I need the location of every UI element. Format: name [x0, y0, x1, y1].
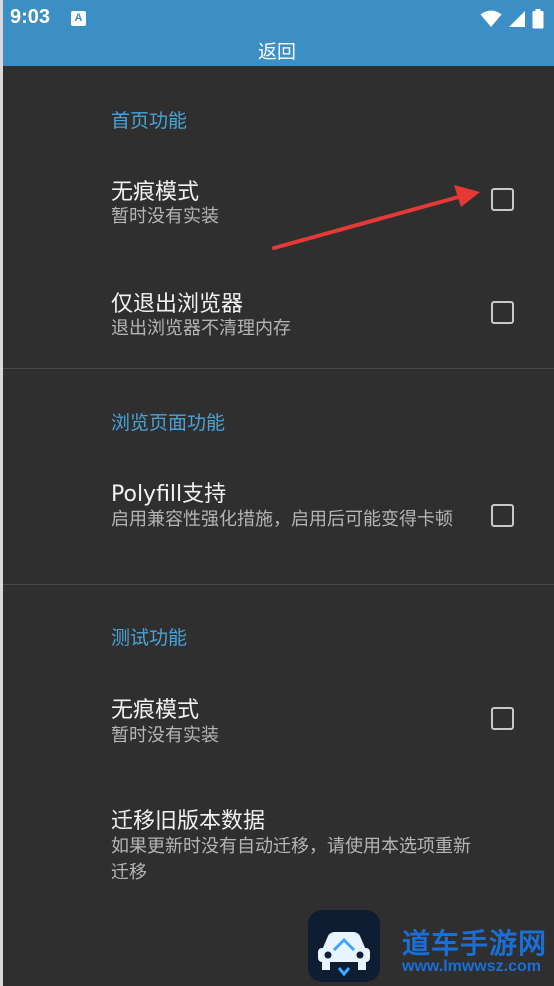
cell-signal-icon: [509, 11, 525, 27]
test-incognito-mode-checkbox[interactable]: [491, 707, 514, 730]
pref-title: 迁移旧版本数据: [111, 809, 266, 834]
section-header-home: 首页功能: [111, 110, 188, 132]
pref-summary: 启用兼容性强化措施，启用后可能变得卡顿: [111, 509, 453, 530]
pref-summary: 暂时没有实装: [111, 725, 219, 746]
status-icons: [480, 6, 544, 32]
section-header-test: 测试功能: [111, 627, 188, 649]
pref-title: 无痕模式: [111, 180, 200, 205]
section-divider: [3, 584, 554, 585]
notification-app-icon: A: [71, 11, 86, 26]
pref-summary: 退出浏览器不清理内存: [111, 318, 291, 339]
pref-summary: 暂时没有实装: [111, 206, 219, 227]
incognito-mode-checkbox[interactable]: [491, 188, 514, 211]
status-time: 9:03: [10, 6, 51, 28]
watermark: 道车手游网 www.lmwwsz.com: [308, 910, 554, 986]
watermark-logo-icon: [308, 910, 380, 982]
pref-title: 无痕模式: [111, 698, 200, 723]
exit-browser-only-checkbox[interactable]: [491, 301, 514, 324]
section-divider: [3, 368, 554, 369]
settings-list: 首页功能 无痕模式 暂时没有实装 仅退出浏览器 退出浏览器不清理内存 浏览页面功…: [3, 66, 554, 986]
toolbar-title: 返回: [257, 41, 296, 63]
watermark-name: 道车手游网: [402, 927, 548, 960]
section-header-browse-page: 浏览页面功能: [111, 412, 226, 434]
watermark-url: www.lmwwsz.com: [402, 958, 541, 975]
settings-screen: 9:03 A 返回 首页功能 无痕模式 暂时没有实装 仅退出浏览器 退出浏览器不…: [0, 0, 554, 986]
status-bar: 9:03 A: [0, 0, 554, 38]
pref-title: 仅退出浏览器: [111, 292, 244, 317]
wifi-icon: [480, 10, 502, 27]
battery-icon: [532, 9, 544, 29]
pref-summary: 如果更新时没有自动迁移，请使用本选项重新迁移: [111, 836, 471, 883]
polyfill-support-checkbox[interactable]: [491, 504, 514, 527]
back-button[interactable]: 返回: [0, 38, 554, 66]
pref-title: Polyfill支持: [111, 482, 227, 507]
